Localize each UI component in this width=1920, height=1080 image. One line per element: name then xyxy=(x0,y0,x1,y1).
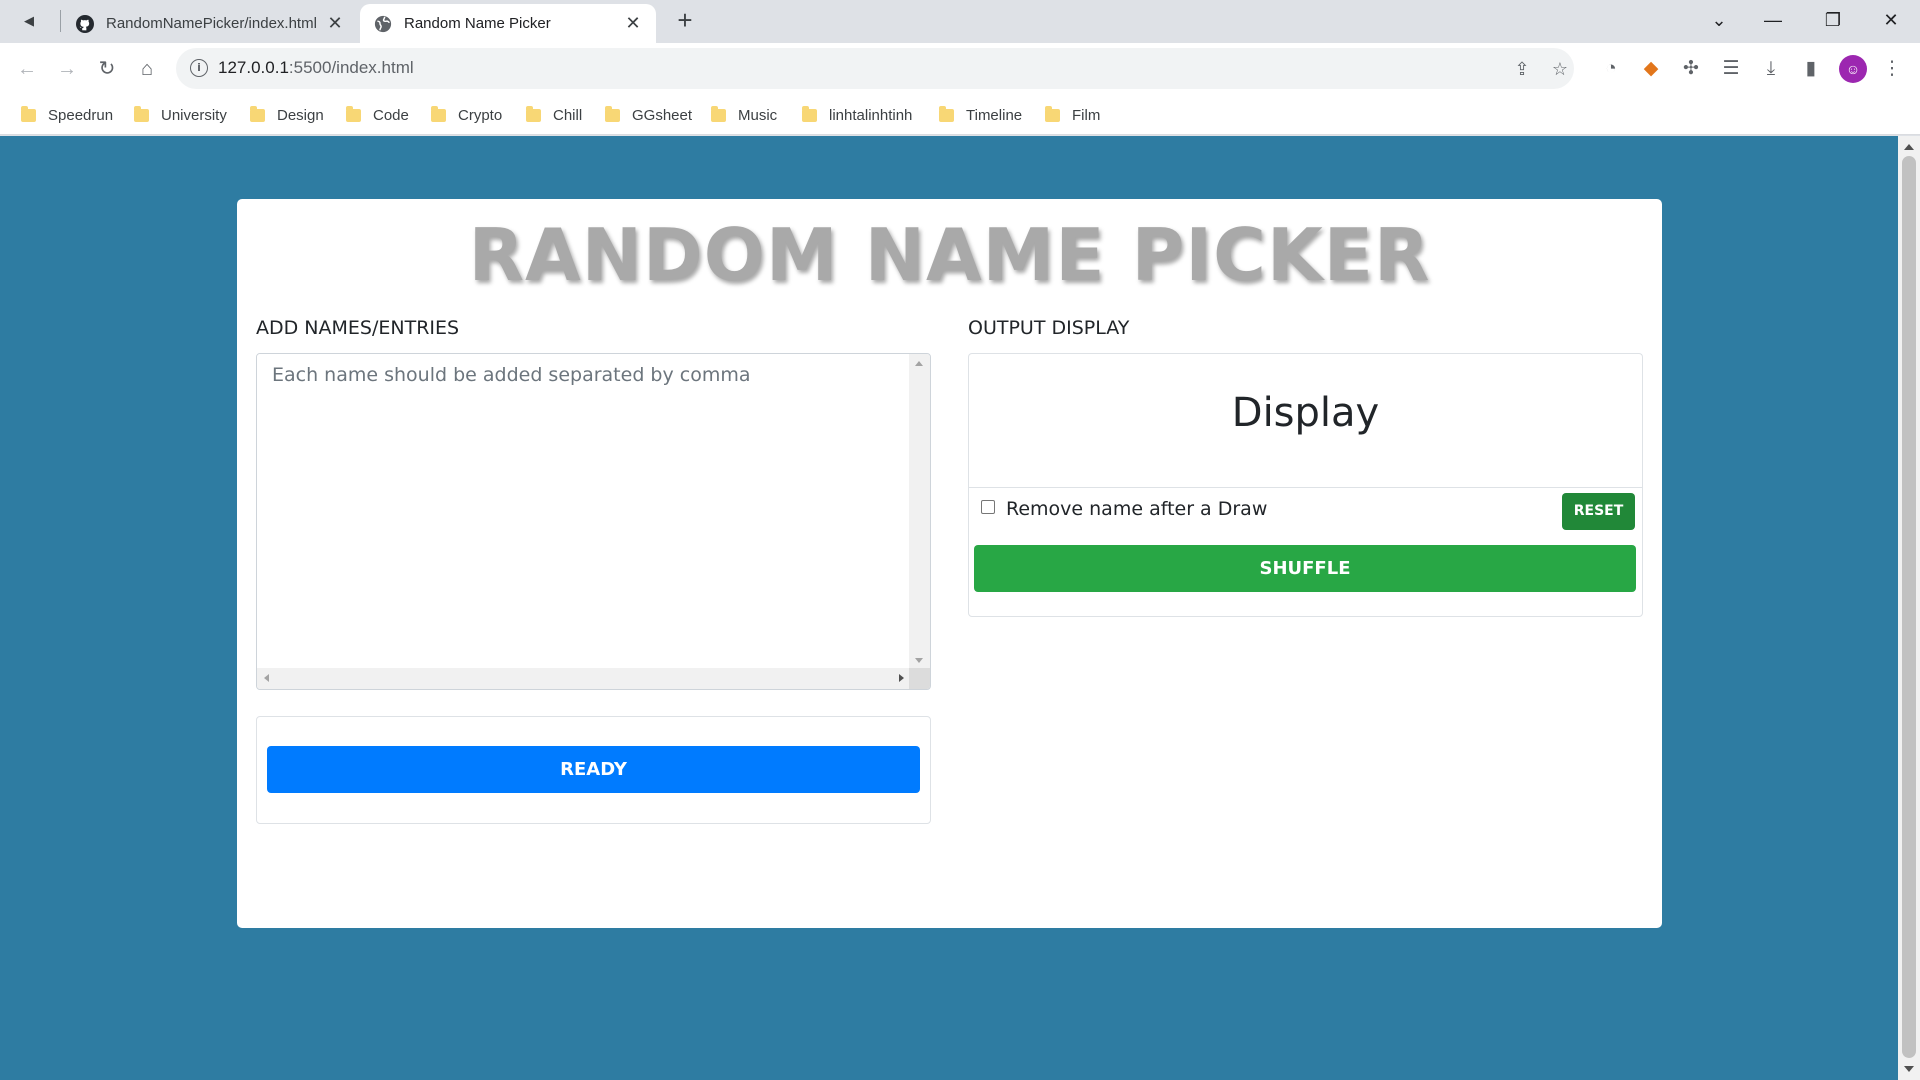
bookmark-folder[interactable]: University xyxy=(134,103,227,127)
folder-icon xyxy=(134,105,149,122)
profile-avatar[interactable]: ☺ xyxy=(1839,55,1867,83)
minimize-icon[interactable]: — xyxy=(1760,8,1786,34)
folder-icon xyxy=(431,105,446,122)
window-close-icon[interactable]: ✕ xyxy=(1878,8,1904,34)
bookmark-folder[interactable]: Music xyxy=(711,103,777,127)
textarea-horizontal-scrollbar[interactable] xyxy=(257,668,911,689)
reload-icon[interactable]: ↻ xyxy=(94,56,120,82)
folder-icon xyxy=(605,105,620,122)
ready-button[interactable]: READY xyxy=(267,746,920,793)
scroll-up-arrow-icon[interactable] xyxy=(1904,144,1914,150)
page-title: RANDOM NAME PICKER xyxy=(468,213,1431,297)
folder-icon xyxy=(21,105,36,122)
globe-icon xyxy=(374,15,392,32)
entries-label: ADD NAMES/ENTRIES xyxy=(256,317,460,339)
reading-list-icon[interactable]: ☰ xyxy=(1717,55,1745,83)
folder-icon xyxy=(802,105,817,122)
tab-search-chevron-icon[interactable]: ⌄ xyxy=(1706,8,1732,34)
bookmark-folder[interactable]: Speedrun xyxy=(21,103,113,127)
tab-strip: ◀︎ RandomNamePicker/index.html ✕ Random … xyxy=(0,0,1920,43)
output-label: OUTPUT DISPLAY xyxy=(968,317,1130,339)
bookmark-label: University xyxy=(161,106,227,124)
github-icon xyxy=(76,14,94,33)
tab-title: RandomNamePicker/index.html xyxy=(106,15,317,32)
bookmark-label: Code xyxy=(373,106,409,124)
bookmark-label: Design xyxy=(277,106,324,124)
folder-icon xyxy=(346,105,361,122)
bookmark-label: GGsheet xyxy=(632,106,693,124)
bookmark-label: Chill xyxy=(553,106,583,124)
share-icon[interactable]: ⇪ xyxy=(1510,57,1534,81)
url-path: :5500/index.html xyxy=(288,58,414,77)
entries-textarea[interactable] xyxy=(257,354,911,670)
scroll-down-arrow-icon[interactable] xyxy=(1904,1066,1914,1072)
output-display-panel: Display xyxy=(968,353,1643,487)
remove-name-label[interactable]: Remove name after a Draw xyxy=(1006,498,1267,520)
reset-button[interactable]: RESET xyxy=(1562,493,1635,530)
download-icon[interactable]: ⤓ xyxy=(1757,55,1785,83)
scroll-right-arrow-icon[interactable] xyxy=(899,674,904,682)
close-icon[interactable]: ✕ xyxy=(326,13,344,34)
page-scrollbar[interactable] xyxy=(1898,136,1920,1080)
url-host: 127.0.0.1 xyxy=(218,58,289,77)
display-text: Display xyxy=(1231,390,1380,436)
ready-panel: READY xyxy=(256,716,931,824)
forward-arrow-icon[interactable]: → xyxy=(54,56,80,82)
bookmark-label: Music xyxy=(738,106,778,124)
bookmark-folder[interactable]: Timeline xyxy=(939,103,1022,127)
site-info-icon[interactable]: i xyxy=(190,59,208,77)
home-icon[interactable]: ⌂ xyxy=(134,56,160,82)
bookmark-folder[interactable]: Crypto xyxy=(431,103,502,127)
tab-github[interactable]: RandomNamePicker/index.html ✕ xyxy=(62,4,358,43)
bookmark-folder[interactable]: Film xyxy=(1045,103,1100,127)
bookmark-folder[interactable]: Chill xyxy=(526,103,582,127)
folder-icon xyxy=(939,105,954,122)
entries-textarea-wrapper xyxy=(256,353,931,690)
extension-sync-icon[interactable]: ◔ xyxy=(1597,55,1625,83)
shuffle-button[interactable]: SHUFFLE xyxy=(974,545,1636,592)
bookmark-folder[interactable]: linhtalinhtinh xyxy=(802,103,912,127)
folder-icon xyxy=(1045,105,1060,122)
bookmark-label: Crypto xyxy=(458,106,503,124)
new-tab-plus-icon[interactable]: + xyxy=(672,7,698,34)
bookmark-folder[interactable]: GGsheet xyxy=(605,103,692,127)
restore-icon[interactable]: ❐ xyxy=(1820,8,1846,34)
bookmark-folder[interactable]: Code xyxy=(346,103,409,127)
close-icon[interactable]: ✕ xyxy=(624,13,642,34)
bookmark-folder[interactable]: Design xyxy=(250,103,324,127)
back-arrow-icon[interactable]: ← xyxy=(14,56,40,82)
scroll-up-arrow-icon[interactable] xyxy=(915,361,923,366)
bookmarks-bar: Speedrun University Design Code Crypto C… xyxy=(0,95,1920,135)
remove-name-checkbox[interactable] xyxy=(981,500,995,514)
textarea-vertical-scrollbar[interactable] xyxy=(909,354,930,670)
textarea-resize-corner[interactable] xyxy=(909,668,930,689)
menu-kebab-icon[interactable]: ⋮ xyxy=(1878,55,1906,83)
folder-icon xyxy=(526,105,541,122)
address-bar[interactable]: i 127.0.0.1:5500/index.html ⇪ ☆ xyxy=(176,48,1574,89)
speaker-muted-icon[interactable]: ◀︎ xyxy=(24,12,46,30)
folder-icon xyxy=(711,105,726,122)
draw-controls-panel: Remove name after a Draw RESET SHUFFLE xyxy=(968,487,1643,617)
tab-title: Random Name Picker xyxy=(404,15,551,32)
browser-toolbar: ← → ↻ ⌂ i 127.0.0.1:5500/index.html ⇪ ☆ … xyxy=(0,43,1920,95)
tab-random-name-picker[interactable]: Random Name Picker ✕ xyxy=(360,4,656,43)
folder-icon xyxy=(250,105,265,122)
bookmark-label: Speedrun xyxy=(48,106,114,124)
extensions-puzzle-icon[interactable]: ✣ xyxy=(1677,55,1705,83)
bookmark-label: linhtalinhtinh xyxy=(829,106,913,124)
tab-separator xyxy=(60,10,61,32)
bookmark-star-icon[interactable]: ☆ xyxy=(1548,57,1572,81)
scroll-thumb[interactable] xyxy=(1902,156,1916,1058)
picker-card: RANDOM NAME PICKER ADD NAMES/ENTRIES REA… xyxy=(237,199,1662,928)
scroll-left-arrow-icon[interactable] xyxy=(264,674,269,682)
metamask-fox-icon[interactable]: ◆ xyxy=(1637,55,1665,83)
scroll-down-arrow-icon[interactable] xyxy=(915,658,923,663)
bookmark-label: Timeline xyxy=(966,106,1023,124)
url-text[interactable]: 127.0.0.1:5500/index.html xyxy=(218,58,414,78)
side-panel-icon[interactable]: ▮ xyxy=(1797,55,1825,83)
bookmark-label: Film xyxy=(1072,106,1101,124)
